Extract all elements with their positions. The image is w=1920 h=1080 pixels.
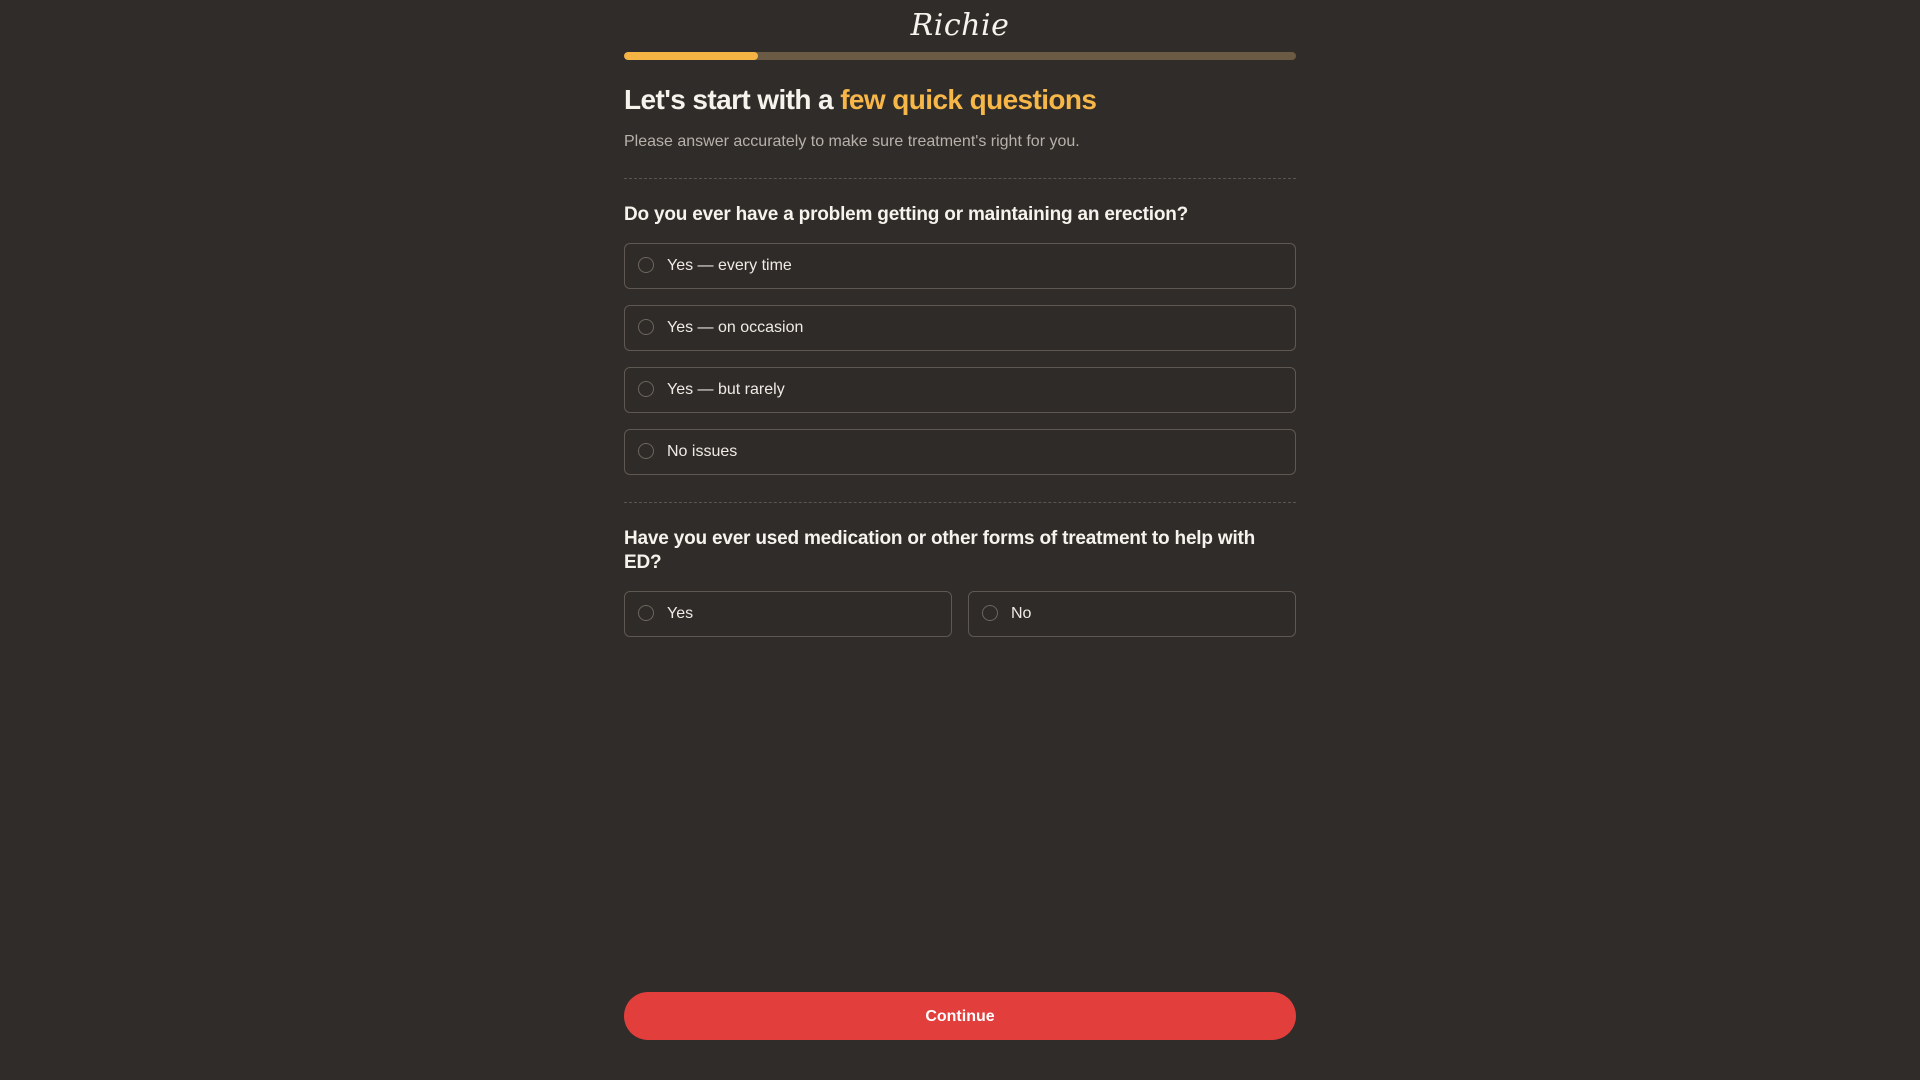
option-no[interactable]: No <box>968 591 1296 637</box>
quiz-page: Richie Let's start with a few quick ques… <box>0 0 1920 1080</box>
option-label: No issues <box>667 443 738 460</box>
continue-button[interactable]: Continue <box>624 992 1296 1040</box>
page-title: Let's start with a few quick questions <box>624 80 1296 120</box>
brand-logo: Richie <box>910 8 1010 43</box>
option-yes[interactable]: Yes <box>624 591 952 637</box>
option-label: No <box>1011 605 1032 622</box>
radio-circle-icon[interactable] <box>638 605 654 621</box>
page-subtitle: Please answer accurately to make sure tr… <box>624 133 1080 150</box>
question-erection-problem: Do you ever have a problem getting or ma… <box>624 204 1189 225</box>
progress-bar-fill <box>624 52 759 60</box>
option-yes-every-time[interactable]: Yes — every time <box>624 243 1296 289</box>
section-divider <box>624 178 1296 179</box>
option-yes-but-rarely[interactable]: Yes — but rarely <box>624 367 1296 413</box>
option-label: Yes <box>667 605 694 622</box>
question-ed-treatment-history: Have you ever used medication or other f… <box>624 528 1256 573</box>
radio-circle-icon[interactable] <box>982 605 998 621</box>
radio-circle-icon[interactable] <box>638 381 654 397</box>
page-title-accent: few quick questions <box>840 84 1097 115</box>
quiz-container: Richie Let's start with a few quick ques… <box>624 0 1296 1080</box>
page-title-prefix: Let's start with a <box>624 84 841 115</box>
radio-circle-icon[interactable] <box>638 319 654 335</box>
progress-bar <box>624 52 1296 60</box>
radio-circle-icon[interactable] <box>638 257 654 273</box>
radio-circle-icon[interactable] <box>638 443 654 459</box>
option-no-issues[interactable]: No issues <box>624 429 1296 475</box>
section-divider <box>624 502 1296 503</box>
option-label: Yes — every time <box>667 257 792 274</box>
option-yes-on-occasion[interactable]: Yes — on occasion <box>624 305 1296 351</box>
option-label: Yes — on occasion <box>667 319 804 336</box>
option-label: Yes — but rarely <box>667 381 785 398</box>
